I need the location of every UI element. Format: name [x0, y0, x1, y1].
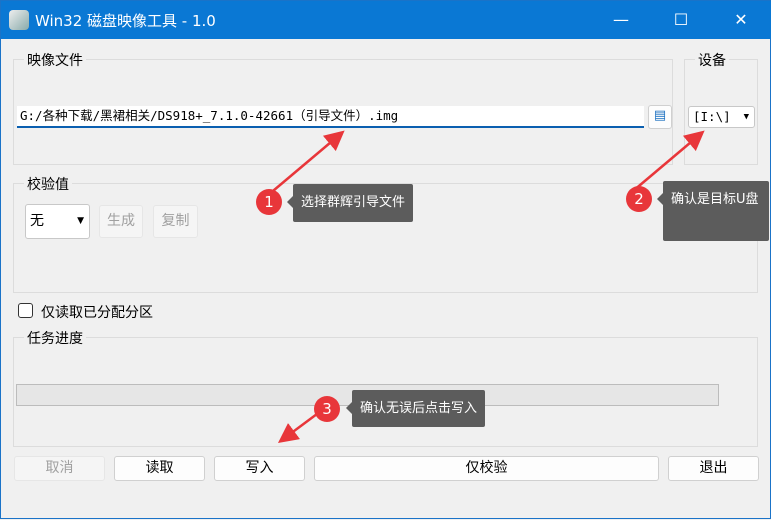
annotation-tooltip-2: 确认是目标U盘 [657, 181, 769, 241]
annotation-badge-3: 3 [314, 396, 340, 422]
annotation-arrows [266, 130, 705, 443]
annotation-tooltip-1: 选择群辉引导文件 [286, 184, 414, 222]
app-window: Win32 磁盘映像工具 - 1.0 — ☐ ✕ 映像文件 G:/各种下载/黑裙… [0, 0, 771, 519]
annotation-badge-1: 1 [256, 189, 282, 215]
annotation-tooltip-3: 确认无误后点击写入 [345, 390, 486, 427]
annotation-badge-2: 2 [626, 186, 652, 212]
